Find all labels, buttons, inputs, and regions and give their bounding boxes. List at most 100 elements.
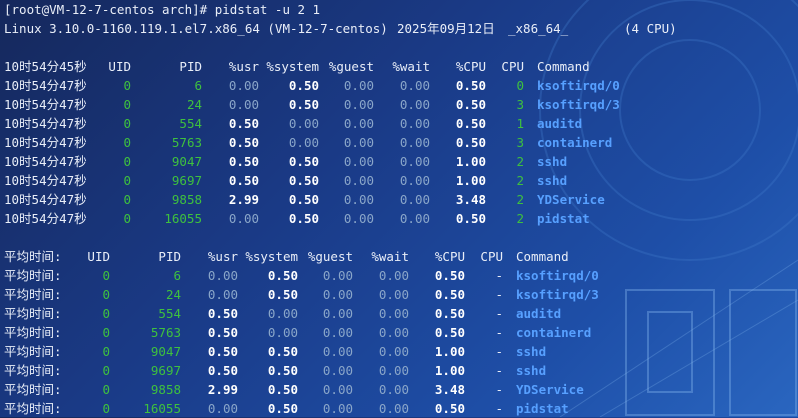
cell-guest: 0.00 (322, 325, 353, 340)
cell-pid: 24 (165, 287, 181, 302)
cell-system: 0.50 (288, 78, 319, 93)
cell-system: 0.50 (267, 344, 298, 359)
cell-cpu-pct: 1.00 (455, 154, 486, 169)
cell-wait: 0.00 (378, 344, 409, 359)
cell-uid: 0 (123, 135, 131, 150)
cell-cpu: 2 (516, 211, 524, 226)
date-info: 2025年09月12日 (397, 21, 495, 36)
cell-uid: 0 (102, 344, 110, 359)
cell-cpu-pct: 0.50 (455, 116, 486, 131)
table-row: 平均时间: 0 9697 0.50 0.50 0.00 0.00 1.00 - sshd (4, 361, 794, 380)
cell-command: auditd (537, 116, 583, 131)
cell-uid: 0 (123, 211, 131, 226)
cell-time: 平均时间: (4, 401, 62, 416)
cell-guest: 0.00 (343, 97, 374, 112)
table-row: 10时54分47秒 0 24 0.00 0.50 0.00 0.00 0.50 3 ksoftir… (4, 95, 794, 114)
cell-command: auditd (516, 306, 562, 321)
cell-time: 平均时间: (4, 382, 62, 397)
cell-system: 0.50 (288, 211, 319, 226)
table-row: 10时54分47秒 0 5763 0.50 0.00 0.00 0.00 0.50 3 conta… (4, 133, 794, 152)
cell-time: 平均时间: (4, 268, 62, 283)
cell-guest: 0.00 (322, 287, 353, 302)
cell-cpu-pct: 3.48 (455, 192, 486, 207)
cell-command: sshd (537, 173, 568, 188)
kernel-info: Linux 3.10.0-1160.119.1.el7.x86_64 (VM-1… (4, 21, 388, 36)
table-row: 10时54分47秒 0 9697 0.50 0.50 0.00 0.00 1.00 2 sshd (4, 171, 794, 190)
header-cpu: CPU (480, 249, 503, 264)
cell-pid: 9697 (171, 173, 202, 188)
header-cpu: CPU (501, 59, 524, 74)
header-cpu-pct: %CPU (455, 59, 486, 74)
cell-uid: 0 (123, 116, 131, 131)
cell-wait: 0.00 (378, 401, 409, 416)
cell-wait: 0.00 (399, 97, 430, 112)
pidstat-table-average: 平均时间: UID PID %usr %system %guest %wait %CPU CPU… (4, 247, 794, 418)
cell-pid: 16055 (164, 211, 202, 226)
table-row: 平均时间: 0 554 0.50 0.00 0.00 0.00 0.50 - auditd (4, 304, 794, 323)
table-row: 平均时间: 0 24 0.00 0.50 0.00 0.00 0.50 - ksoftirqd/3 (4, 285, 794, 304)
cell-guest: 0.00 (322, 401, 353, 416)
cell-wait: 0.00 (399, 173, 430, 188)
cell-guest: 0.00 (343, 173, 374, 188)
cell-cpu-pct: 0.50 (455, 135, 486, 150)
cell-system: 0.00 (267, 325, 298, 340)
cell-command: ksoftirqd/3 (516, 287, 599, 302)
cell-wait: 0.00 (399, 135, 430, 150)
cell-time: 10时54分47秒 (4, 154, 87, 169)
header-cpu-pct: %CPU (434, 249, 465, 264)
cell-cpu: - (495, 382, 503, 397)
cell-uid: 0 (123, 154, 131, 169)
cell-cpu: 2 (516, 192, 524, 207)
cell-usr: 0.00 (228, 211, 259, 226)
header-usr: %usr (228, 59, 259, 74)
cell-guest: 0.00 (343, 192, 374, 207)
cell-usr: 0.50 (207, 363, 238, 378)
table-row: 10时54分47秒 0 6 0.00 0.50 0.00 0.00 0.50 0 ksoftirq… (4, 76, 794, 95)
cell-cpu-pct: 3.48 (434, 382, 465, 397)
cell-wait: 0.00 (378, 325, 409, 340)
cell-wait: 0.00 (378, 306, 409, 321)
cell-command: pidstat (537, 211, 590, 226)
cell-cpu: - (495, 287, 503, 302)
header-guest: %guest (307, 249, 353, 264)
cell-cpu: 2 (516, 173, 524, 188)
cell-cpu: - (495, 363, 503, 378)
pidstat-table-interval: 10时54分45秒 UID PID %usr %system %guest %wait %CP… (4, 57, 794, 228)
cell-usr: 2.99 (207, 382, 238, 397)
cell-uid: 0 (102, 287, 110, 302)
cell-usr: 0.50 (228, 135, 259, 150)
cell-command: sshd (516, 344, 547, 359)
cell-command: pidstat (516, 401, 569, 416)
cell-time: 平均时间: (4, 363, 62, 378)
cell-pid: 9858 (171, 192, 202, 207)
cell-usr: 0.50 (207, 344, 238, 359)
cell-wait: 0.00 (399, 192, 430, 207)
header-wait: %wait (392, 59, 430, 74)
cell-pid: 554 (179, 116, 202, 131)
cell-guest: 0.00 (322, 382, 353, 397)
cell-wait: 0.00 (399, 154, 430, 169)
header-wait: %wait (371, 249, 409, 264)
table-row: 10时54分47秒 0 9047 0.50 0.50 0.00 0.00 1.00 2 sshd (4, 152, 794, 171)
cell-time: 10时54分47秒 (4, 135, 87, 150)
cell-system: 0.00 (267, 306, 298, 321)
cell-cpu: - (495, 344, 503, 359)
cell-command: YDService (537, 192, 605, 207)
cell-time: 10时54分47秒 (4, 173, 87, 188)
cell-time: 10时54分47秒 (4, 211, 87, 226)
cell-time: 平均时间: (4, 325, 62, 340)
cell-cpu: 3 (516, 97, 524, 112)
cell-pid: 9858 (150, 382, 181, 397)
cell-command: sshd (537, 154, 568, 169)
system-info-line: Linux 3.10.0-1160.119.1.el7.x86_64 (VM-1… (4, 19, 794, 38)
command-prompt: [root@VM-12-7-centos arch]# pidstat -u 2… (4, 0, 794, 19)
cell-cpu: - (495, 401, 503, 416)
cell-usr: 0.50 (207, 325, 238, 340)
cell-uid: 0 (102, 306, 110, 321)
cell-cpu-pct: 0.50 (434, 287, 465, 302)
cell-guest: 0.00 (343, 154, 374, 169)
header-pid: PID (158, 249, 181, 264)
cell-uid: 0 (102, 363, 110, 378)
cell-system: 0.50 (288, 173, 319, 188)
